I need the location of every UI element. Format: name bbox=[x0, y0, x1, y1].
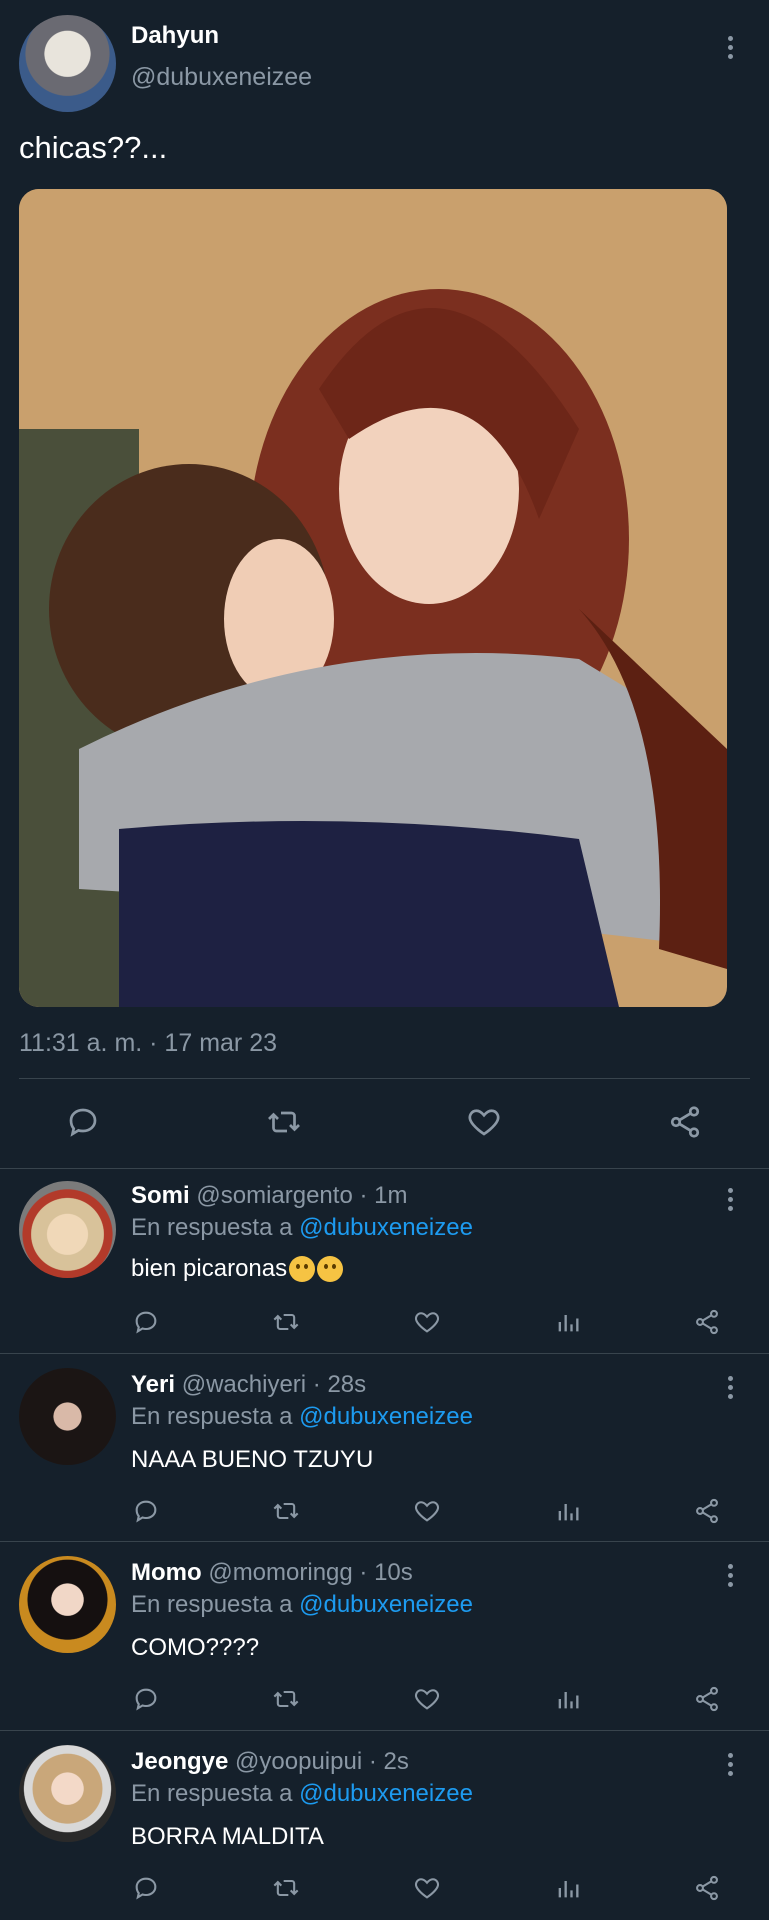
hand-over-mouth-emoji-icon bbox=[317, 1256, 344, 1282]
reply-prefix: En respuesta a bbox=[131, 1591, 293, 1618]
retweet-icon[interactable] bbox=[270, 1308, 302, 1336]
tweet-photo[interactable] bbox=[19, 189, 727, 1007]
avatar[interactable] bbox=[19, 1181, 116, 1278]
reply-to-link[interactable]: @dubuxeneizee bbox=[299, 1214, 473, 1241]
reply-prefix: En respuesta a bbox=[131, 1403, 293, 1430]
section-divider bbox=[0, 1353, 769, 1354]
reply-to-link[interactable]: @dubuxeneizee bbox=[299, 1591, 473, 1618]
reply-context: En respuesta a @dubuxeneizee bbox=[131, 1780, 473, 1808]
comment-icon[interactable] bbox=[131, 1685, 161, 1713]
heart-icon[interactable] bbox=[412, 1497, 442, 1525]
avatar[interactable] bbox=[19, 1745, 116, 1842]
section-divider bbox=[0, 1730, 769, 1731]
author-handle[interactable]: @yoopuipui bbox=[235, 1748, 362, 1775]
reply-prefix: En respuesta a bbox=[131, 1780, 293, 1807]
section-divider bbox=[0, 1168, 769, 1169]
comment-icon[interactable] bbox=[131, 1874, 161, 1902]
retweet-icon[interactable] bbox=[270, 1685, 302, 1713]
author-handle[interactable]: @momoringg bbox=[208, 1559, 352, 1586]
reply-time: · 1m bbox=[359, 1182, 408, 1209]
tweet-timestamp[interactable]: 11:31 a. m. · 17 mar 23 bbox=[19, 1029, 277, 1058]
reply-to-link[interactable]: @dubuxeneizee bbox=[299, 1403, 473, 1430]
reply-header: Momo @momoringg · 10s bbox=[131, 1559, 413, 1587]
section-divider bbox=[0, 1541, 769, 1542]
more-vertical-icon[interactable] bbox=[726, 1188, 734, 1215]
retweet-icon[interactable] bbox=[264, 1104, 304, 1140]
share-icon[interactable] bbox=[692, 1497, 722, 1525]
reply-text: bien picaronas bbox=[131, 1255, 288, 1282]
author-name[interactable]: Dahyun bbox=[131, 22, 219, 50]
avatar[interactable] bbox=[19, 1556, 116, 1653]
reply-time: · 2s bbox=[368, 1748, 409, 1775]
avatar[interactable] bbox=[19, 1368, 116, 1465]
share-icon[interactable] bbox=[666, 1104, 704, 1140]
author-handle[interactable]: @dubuxeneizee bbox=[131, 63, 312, 92]
more-vertical-icon[interactable] bbox=[726, 36, 734, 63]
reply-time: · 28s bbox=[312, 1371, 367, 1398]
reply-text: BORRA MALDITA bbox=[131, 1823, 324, 1850]
reply-header: Yeri @wachiyeri · 28s bbox=[131, 1371, 366, 1399]
heart-icon[interactable] bbox=[412, 1685, 442, 1713]
reply-header: Jeongye @yoopuipui · 2s bbox=[131, 1748, 409, 1776]
author-handle[interactable]: @wachiyeri bbox=[182, 1371, 306, 1398]
reply-prefix: En respuesta a bbox=[131, 1214, 293, 1241]
reply-header: Somi @somiargento · 1m bbox=[131, 1182, 407, 1210]
reply-context: En respuesta a @dubuxeneizee bbox=[131, 1591, 473, 1619]
retweet-icon[interactable] bbox=[270, 1497, 302, 1525]
avatar[interactable] bbox=[19, 15, 116, 112]
author-name[interactable]: Yeri bbox=[131, 1371, 175, 1398]
heart-icon[interactable] bbox=[465, 1104, 503, 1140]
shushing-face-emoji-icon bbox=[289, 1256, 316, 1282]
reply-to-link[interactable]: @dubuxeneizee bbox=[299, 1780, 473, 1807]
tweet-text: chicas??... bbox=[19, 130, 168, 165]
reply-text-row: bien picaronas bbox=[131, 1255, 344, 1283]
reply-context: En respuesta a @dubuxeneizee bbox=[131, 1214, 473, 1242]
comment-icon[interactable] bbox=[131, 1308, 161, 1336]
more-vertical-icon[interactable] bbox=[726, 1376, 734, 1403]
analytics-icon[interactable] bbox=[553, 1685, 583, 1713]
more-vertical-icon[interactable] bbox=[726, 1564, 734, 1591]
author-name[interactable]: Momo bbox=[131, 1559, 202, 1586]
photo-content bbox=[19, 189, 727, 1007]
author-handle[interactable]: @somiargento bbox=[196, 1182, 352, 1209]
analytics-icon[interactable] bbox=[553, 1308, 583, 1336]
analytics-icon[interactable] bbox=[553, 1497, 583, 1525]
author-name[interactable]: Jeongye bbox=[131, 1748, 228, 1775]
reply-text: NAAA BUENO TZUYU bbox=[131, 1446, 374, 1473]
heart-icon[interactable] bbox=[412, 1308, 442, 1336]
retweet-icon[interactable] bbox=[270, 1874, 302, 1902]
heart-icon[interactable] bbox=[412, 1874, 442, 1902]
share-icon[interactable] bbox=[692, 1685, 722, 1713]
reply-context: En respuesta a @dubuxeneizee bbox=[131, 1403, 473, 1431]
reply-text: COMO???? bbox=[131, 1634, 260, 1661]
more-vertical-icon[interactable] bbox=[726, 1753, 734, 1780]
analytics-icon[interactable] bbox=[553, 1874, 583, 1902]
share-icon[interactable] bbox=[692, 1308, 722, 1336]
comment-icon[interactable] bbox=[131, 1497, 161, 1525]
comment-icon[interactable] bbox=[64, 1104, 102, 1140]
author-name[interactable]: Somi bbox=[131, 1182, 190, 1209]
reply-time: · 10s bbox=[359, 1559, 413, 1586]
share-icon[interactable] bbox=[692, 1874, 722, 1902]
tweet-divider bbox=[19, 1078, 750, 1079]
